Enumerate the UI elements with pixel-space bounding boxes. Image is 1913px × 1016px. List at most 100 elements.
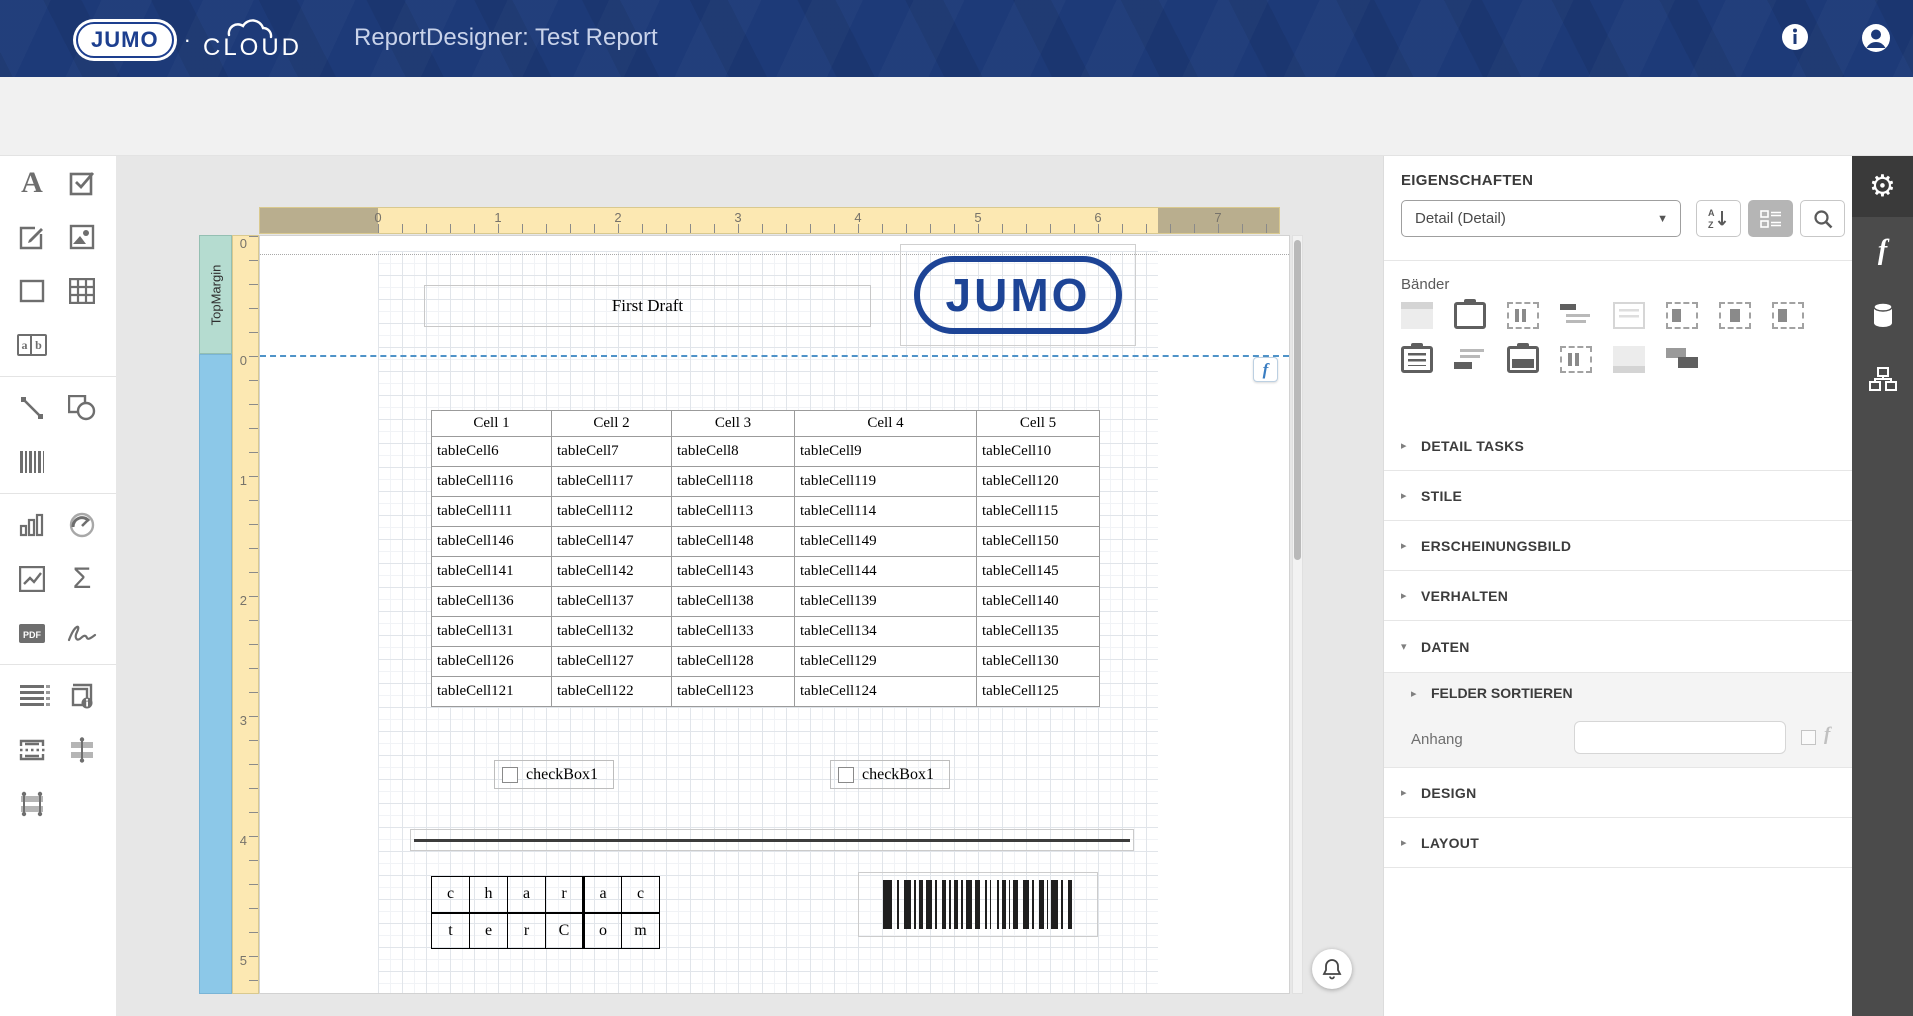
tool-page-info[interactable] (64, 678, 100, 714)
tool-table[interactable] (64, 273, 100, 309)
comb-cell[interactable]: t (431, 912, 470, 949)
table-cell[interactable]: tableCell114 (794, 496, 977, 527)
comb-cell[interactable]: r (545, 876, 585, 914)
checkbox-element-2[interactable]: checkBox1 (830, 760, 950, 789)
band-icon-report-header[interactable] (1454, 302, 1486, 329)
table-cell[interactable]: tableCell132 (551, 616, 672, 647)
table-cell[interactable]: tableCell146 (431, 526, 552, 557)
tool-table-of-contents[interactable] (14, 678, 50, 714)
report-table-element[interactable]: Cell 1 Cell 2 Cell 3 Cell 4 Cell 5 tableCell… (431, 410, 1100, 707)
gear-icon[interactable]: ⚙ (1852, 156, 1913, 217)
tool-character-comb[interactable]: ab (14, 327, 50, 363)
checkbox-element-1[interactable]: checkBox1 (494, 760, 614, 789)
section-layout[interactable]: ▸ LAYOUT (1384, 818, 1852, 868)
comb-cell[interactable]: c (431, 876, 470, 914)
band-icon-detail-report[interactable] (1666, 346, 1698, 373)
table-cell[interactable]: tableCell115 (976, 496, 1100, 527)
tool-line[interactable] (14, 390, 50, 426)
band-icon-detail-b[interactable] (1719, 302, 1751, 329)
table-cell[interactable]: tableCell125 (976, 676, 1100, 707)
table-cell[interactable]: tableCell148 (671, 526, 795, 557)
table-cell[interactable]: tableCell122 (551, 676, 672, 707)
table-cell[interactable]: tableCell136 (431, 586, 552, 617)
table-cell[interactable]: tableCell116 (431, 466, 552, 497)
table-cell[interactable]: tableCell149 (794, 526, 977, 557)
tool-chart[interactable] (14, 507, 50, 543)
scrollbar-thumb[interactable] (1294, 240, 1301, 560)
tool-sparkline[interactable] (14, 561, 50, 597)
table-cell[interactable]: tableCell118 (671, 466, 795, 497)
table-cell[interactable]: tableCell126 (431, 646, 552, 677)
table-header-cell[interactable]: Cell 4 (794, 410, 977, 437)
band-icon-cross-band[interactable] (1454, 346, 1486, 373)
info-icon[interactable] (1780, 22, 1812, 54)
table-cell[interactable]: tableCell119 (794, 466, 977, 497)
canvas-scrollbar[interactable] (1292, 235, 1303, 994)
tool-summary[interactable]: Σ (64, 561, 100, 597)
table-cell[interactable]: tableCell147 (551, 526, 672, 557)
band-icon-report-footer[interactable] (1401, 346, 1433, 373)
tool-barcode[interactable] (14, 444, 50, 480)
anhang-input[interactable] (1574, 721, 1786, 754)
sort-az-button[interactable]: AZ (1696, 200, 1741, 237)
tool-cross-band-box[interactable] (14, 786, 50, 822)
section-daten[interactable]: ▾ DATEN (1384, 621, 1852, 673)
table-cell[interactable]: tableCell7 (551, 436, 672, 467)
table-cell[interactable]: tableCell10 (976, 436, 1100, 467)
table-cell[interactable]: tableCell124 (794, 676, 977, 707)
tool-panel[interactable] (14, 273, 50, 309)
band-icon-bottom-margin[interactable] (1613, 346, 1645, 373)
table-cell[interactable]: tableCell9 (794, 436, 977, 467)
comb-cell[interactable]: e (469, 912, 508, 949)
table-cell[interactable]: tableCell134 (794, 616, 977, 647)
tool-shape[interactable] (64, 390, 100, 426)
table-cell[interactable]: tableCell131 (431, 616, 552, 647)
comb-cell[interactable]: C (545, 912, 585, 949)
band-icon-detail-c[interactable] (1772, 302, 1804, 329)
line-element[interactable] (410, 829, 1134, 851)
comb-cell[interactable]: a (583, 876, 622, 914)
band-detail[interactable] (199, 354, 232, 994)
table-cell[interactable]: tableCell143 (671, 556, 795, 587)
table-cell[interactable]: tableCell123 (671, 676, 795, 707)
anhang-expression-icon[interactable]: f (1824, 724, 1830, 746)
table-cell[interactable]: tableCell135 (976, 616, 1100, 647)
table-cell[interactable]: tableCell117 (551, 466, 672, 497)
tool-picture[interactable] (64, 219, 100, 255)
anhang-checkbox[interactable] (1801, 730, 1816, 745)
group-view-button[interactable] (1748, 200, 1793, 237)
report-structure-icon[interactable] (1852, 348, 1913, 409)
comb-cell[interactable]: c (621, 876, 660, 914)
band-icon-group-header[interactable] (1507, 302, 1539, 329)
table-cell[interactable]: tableCell121 (431, 676, 552, 707)
tool-richtext[interactable] (14, 219, 50, 255)
tool-pdf[interactable]: PDF (14, 615, 50, 651)
table-cell[interactable]: tableCell8 (671, 436, 795, 467)
expression-tab-icon[interactable]: f (1852, 220, 1913, 281)
table-header-cell[interactable]: Cell 1 (431, 410, 552, 437)
table-cell[interactable]: tableCell137 (551, 586, 672, 617)
section-detail-tasks[interactable]: ▸ DETAIL TASKS (1384, 421, 1852, 471)
table-cell[interactable]: tableCell111 (431, 496, 552, 527)
report-title-element[interactable]: First Draft (424, 285, 871, 327)
element-selector[interactable]: Detail (Detail) ▼ (1401, 200, 1681, 237)
comb-cell[interactable]: m (621, 912, 660, 949)
tool-signature[interactable] (64, 615, 100, 651)
table-cell[interactable]: tableCell145 (976, 556, 1100, 587)
band-icon-sub-band[interactable] (1560, 302, 1592, 329)
band-icon-bottom-clip[interactable] (1507, 346, 1539, 373)
table-cell[interactable]: tableCell133 (671, 616, 795, 647)
table-header-cell[interactable]: Cell 2 (551, 410, 672, 437)
table-cell[interactable]: tableCell112 (551, 496, 672, 527)
expression-button[interactable]: f (1253, 357, 1278, 382)
tool-checkbox[interactable] (64, 165, 100, 201)
band-icon-group-footer[interactable] (1560, 346, 1592, 373)
character-comb-element[interactable]: characterCom (431, 876, 660, 949)
section-verhalten[interactable]: ▸ VERHALTEN (1384, 571, 1852, 621)
band-icon-detail-a[interactable] (1666, 302, 1698, 329)
table-cell[interactable]: tableCell127 (551, 646, 672, 677)
table-cell[interactable]: tableCell128 (671, 646, 795, 677)
table-cell[interactable]: tableCell130 (976, 646, 1100, 677)
section-design[interactable]: ▸ DESIGN (1384, 768, 1852, 818)
table-cell[interactable]: tableCell150 (976, 526, 1100, 557)
